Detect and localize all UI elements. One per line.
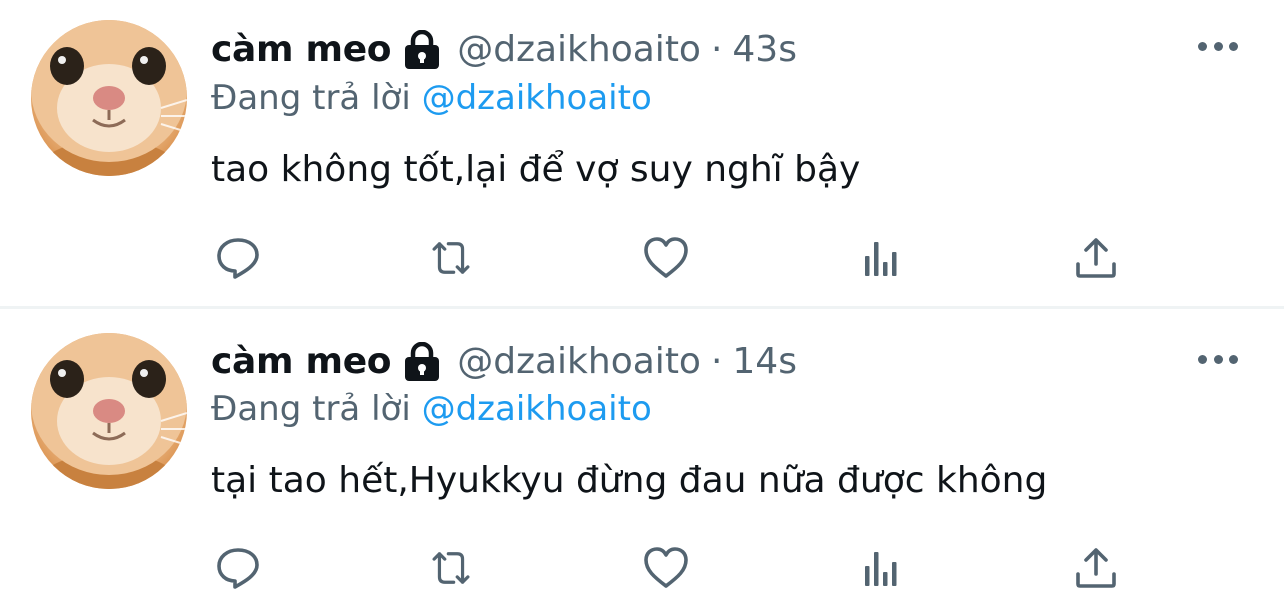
timestamp[interactable]: 43s [732, 28, 797, 72]
separator-dot: · [710, 341, 723, 382]
views-button[interactable] [854, 542, 908, 594]
timestamp[interactable]: 14s [732, 340, 797, 384]
reply-mention-link[interactable]: @dzaikhoaito [422, 389, 652, 429]
reply-icon [217, 238, 259, 279]
lock-icon [401, 29, 443, 70]
more-icon[interactable] [1198, 32, 1238, 60]
separator-dot: · [710, 29, 723, 70]
analytics-icon [865, 242, 897, 276]
reply-button[interactable] [211, 232, 265, 284]
retweet-icon [432, 552, 470, 584]
display-name[interactable]: càm meo [211, 340, 392, 384]
tweet-actions [211, 232, 1131, 284]
reply-button[interactable] [211, 542, 265, 594]
share-icon [1076, 238, 1116, 278]
heart-icon [644, 547, 688, 588]
reply-context: Đang trả lời @dzaikhoaito [211, 76, 652, 120]
cat-avatar-image [31, 20, 187, 176]
tweet-text: tại tao hết,Hyukkyu đừng đau nữa được kh… [211, 460, 1048, 501]
user-handle[interactable]: @dzaikhoaito [457, 340, 701, 384]
more-icon[interactable] [1198, 345, 1238, 373]
tweet-header: càm meo @dzaikhoaito · 14s [211, 340, 797, 384]
user-handle[interactable]: @dzaikhoaito [457, 28, 701, 72]
like-button[interactable] [639, 542, 693, 594]
lock-icon [401, 341, 443, 382]
share-button[interactable] [1069, 542, 1123, 594]
heart-icon [644, 237, 688, 278]
share-button[interactable] [1069, 232, 1123, 284]
avatar[interactable] [31, 20, 187, 176]
retweet-button[interactable] [424, 542, 478, 594]
share-icon [1076, 548, 1116, 588]
tweet[interactable]: càm meo @dzaikhoaito · 14s Đang trả lời … [0, 306, 1284, 615]
retweet-icon [432, 242, 470, 274]
reply-prefix: Đang trả lời [211, 78, 411, 118]
reply-prefix: Đang trả lời [211, 389, 411, 429]
avatar[interactable] [31, 333, 187, 489]
display-name[interactable]: càm meo [211, 28, 392, 72]
reply-context: Đang trả lời @dzaikhoaito [211, 387, 652, 431]
reply-mention-link[interactable]: @dzaikhoaito [422, 78, 652, 118]
tweet-text: tao không tốt,lại để vợ suy nghĩ bậy [211, 149, 861, 190]
views-button[interactable] [854, 232, 908, 284]
reply-icon [217, 548, 259, 589]
retweet-button[interactable] [424, 232, 478, 284]
like-button[interactable] [639, 232, 693, 284]
tweet[interactable]: càm meo @dzaikhoaito · 43s Đang trả lời … [0, 0, 1284, 306]
tweet-actions [211, 542, 1131, 594]
cat-avatar-image [31, 333, 187, 489]
tweet-header: càm meo @dzaikhoaito · 43s [211, 28, 797, 72]
analytics-icon [865, 552, 897, 586]
